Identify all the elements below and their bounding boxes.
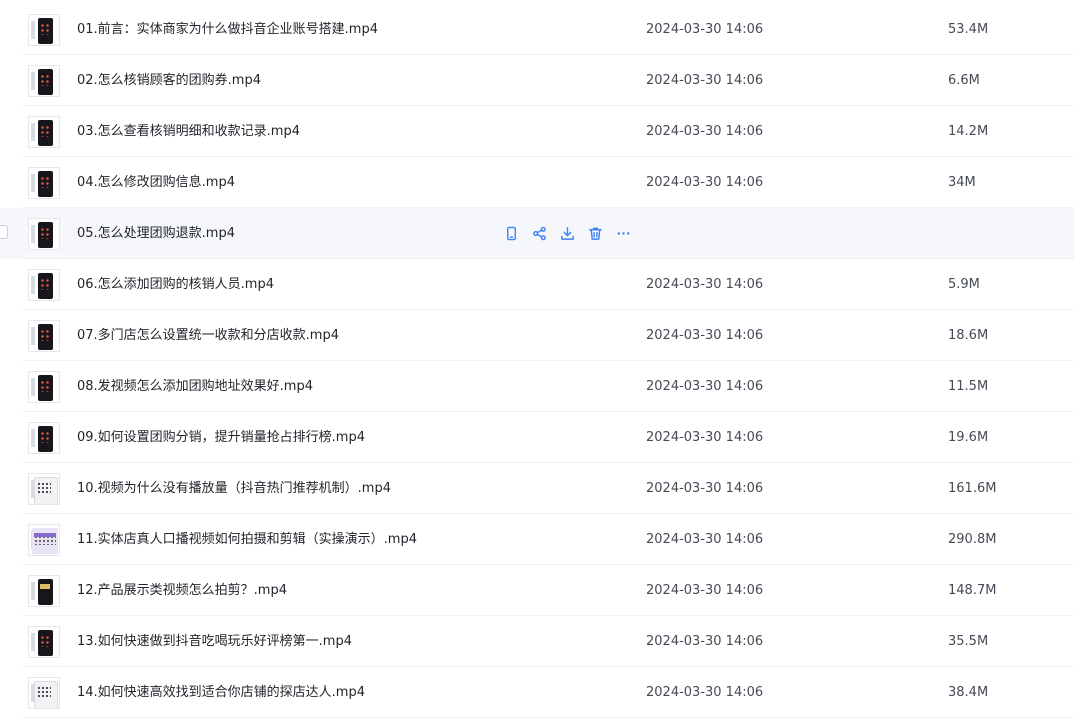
file-row[interactable]: 13.如何快速做到抖音吃喝玩乐好评榜第一.mp4 2024-03-30 14:06… bbox=[0, 616, 1074, 667]
file-size: 14.2M bbox=[948, 124, 989, 139]
file-row[interactable]: 10.视频为什么没有播放量（抖音热门推荐机制）.mp4 2024-03-30 14… bbox=[0, 463, 1074, 514]
file-modified-date: 2024-03-30 14:06 bbox=[646, 328, 764, 343]
file-modified-date: 2024-03-30 14:06 bbox=[646, 124, 764, 139]
file-name[interactable]: 02.怎么核销顾客的团购券.mp4 bbox=[77, 55, 261, 106]
video-thumbnail-icon bbox=[28, 14, 60, 46]
share-icon[interactable] bbox=[530, 224, 548, 242]
file-name[interactable]: 12.产品展示类视频怎么拍剪？.mp4 bbox=[77, 565, 287, 616]
trash-icon[interactable] bbox=[586, 224, 604, 242]
row-divider bbox=[22, 717, 1074, 718]
video-thumbnail-icon bbox=[28, 575, 60, 607]
video-thumbnail-icon bbox=[28, 524, 60, 556]
file-row[interactable]: 05.怎么处理团购退款.mp4 bbox=[0, 208, 1074, 259]
file-modified-date: 2024-03-30 14:06 bbox=[646, 481, 764, 496]
file-row[interactable]: 12.产品展示类视频怎么拍剪？.mp4 2024-03-30 14:06 148.7… bbox=[0, 565, 1074, 616]
video-thumbnail-icon bbox=[28, 473, 60, 505]
video-thumbnail-icon bbox=[28, 677, 60, 709]
file-size: 6.6M bbox=[948, 73, 980, 88]
file-name[interactable]: 07.多门店怎么设置统一收款和分店收款.mp4 bbox=[77, 310, 339, 361]
file-size: 18.6M bbox=[948, 328, 989, 343]
file-modified-date: 2024-03-30 14:06 bbox=[646, 634, 764, 649]
file-size: 161.6M bbox=[948, 481, 997, 496]
file-size: 290.8M bbox=[948, 532, 997, 547]
video-thumbnail-icon bbox=[28, 320, 60, 352]
file-name[interactable]: 01.前言：实体商家为什么做抖音企业账号搭建.mp4 bbox=[77, 4, 378, 55]
file-modified-date: 2024-03-30 14:06 bbox=[646, 685, 764, 700]
file-name[interactable]: 08.发视频怎么添加团购地址效果好.mp4 bbox=[77, 361, 313, 412]
file-row[interactable]: 07.多门店怎么设置统一收款和分店收款.mp4 2024-03-30 14:06 1… bbox=[0, 310, 1074, 361]
file-size: 53.4M bbox=[948, 22, 989, 37]
file-name[interactable]: 10.视频为什么没有播放量（抖音热门推荐机制）.mp4 bbox=[77, 463, 391, 514]
video-thumbnail-icon bbox=[28, 626, 60, 658]
file-modified-date: 2024-03-30 14:06 bbox=[646, 175, 764, 190]
video-thumbnail-icon bbox=[28, 269, 60, 301]
file-name[interactable]: 06.怎么添加团购的核销人员.mp4 bbox=[77, 259, 274, 310]
file-modified-date: 2024-03-30 14:06 bbox=[646, 277, 764, 292]
phone-icon[interactable] bbox=[502, 224, 520, 242]
download-icon[interactable] bbox=[558, 224, 576, 242]
file-name[interactable]: 13.如何快速做到抖音吃喝玩乐好评榜第一.mp4 bbox=[77, 616, 352, 667]
file-name[interactable]: 11.实体店真人口播视频如何拍摄和剪辑（实操演示）.mp4 bbox=[77, 514, 417, 565]
more-icon[interactable] bbox=[614, 224, 632, 242]
file-row[interactable]: 14.如何快速高效找到适合你店铺的探店达人.mp4 2024-03-30 14:0… bbox=[0, 667, 1074, 718]
file-name[interactable]: 09.如何设置团购分销，提升销量抢占排行榜.mp4 bbox=[77, 412, 365, 463]
video-thumbnail-icon bbox=[28, 218, 60, 250]
file-modified-date: 2024-03-30 14:06 bbox=[646, 73, 764, 88]
file-modified-date: 2024-03-30 14:06 bbox=[646, 22, 764, 37]
file-size: 38.4M bbox=[948, 685, 989, 700]
file-modified-date: 2024-03-30 14:06 bbox=[646, 430, 764, 445]
video-thumbnail-icon bbox=[28, 371, 60, 403]
file-row[interactable]: 01.前言：实体商家为什么做抖音企业账号搭建.mp4 2024-03-30 14:… bbox=[0, 4, 1074, 55]
file-row[interactable]: 02.怎么核销顾客的团购券.mp4 2024-03-30 14:06 6.6M bbox=[0, 55, 1074, 106]
file-row[interactable]: 04.怎么修改团购信息.mp4 2024-03-30 14:06 34M bbox=[0, 157, 1074, 208]
video-thumbnail-icon bbox=[28, 65, 60, 97]
file-size: 34M bbox=[948, 175, 976, 190]
row-actions bbox=[502, 224, 632, 242]
file-size: 35.5M bbox=[948, 634, 989, 649]
file-name[interactable]: 05.怎么处理团购退款.mp4 bbox=[77, 208, 235, 259]
file-size: 5.9M bbox=[948, 277, 980, 292]
file-list: 01.前言：实体商家为什么做抖音企业账号搭建.mp4 2024-03-30 14:… bbox=[0, 0, 1074, 720]
file-modified-date: 2024-03-30 14:06 bbox=[646, 583, 764, 598]
file-name[interactable]: 03.怎么查看核销明细和收款记录.mp4 bbox=[77, 106, 300, 157]
row-checkbox[interactable] bbox=[0, 225, 8, 239]
file-size: 19.6M bbox=[948, 430, 989, 445]
file-size: 11.5M bbox=[948, 379, 989, 394]
file-row[interactable]: 06.怎么添加团购的核销人员.mp4 2024-03-30 14:06 5.9M bbox=[0, 259, 1074, 310]
video-thumbnail-icon bbox=[28, 167, 60, 199]
file-row[interactable]: 09.如何设置团购分销，提升销量抢占排行榜.mp4 2024-03-30 14:0… bbox=[0, 412, 1074, 463]
file-row[interactable]: 03.怎么查看核销明细和收款记录.mp4 2024-03-30 14:06 14.2… bbox=[0, 106, 1074, 157]
file-row[interactable]: 11.实体店真人口播视频如何拍摄和剪辑（实操演示）.mp4 2024-03-30 … bbox=[0, 514, 1074, 565]
video-thumbnail-icon bbox=[28, 116, 60, 148]
file-name[interactable]: 04.怎么修改团购信息.mp4 bbox=[77, 157, 235, 208]
file-size: 148.7M bbox=[948, 583, 997, 598]
file-name[interactable]: 14.如何快速高效找到适合你店铺的探店达人.mp4 bbox=[77, 667, 365, 718]
file-modified-date: 2024-03-30 14:06 bbox=[646, 532, 764, 547]
file-modified-date: 2024-03-30 14:06 bbox=[646, 379, 764, 394]
file-row[interactable]: 08.发视频怎么添加团购地址效果好.mp4 2024-03-30 14:06 11.… bbox=[0, 361, 1074, 412]
video-thumbnail-icon bbox=[28, 422, 60, 454]
